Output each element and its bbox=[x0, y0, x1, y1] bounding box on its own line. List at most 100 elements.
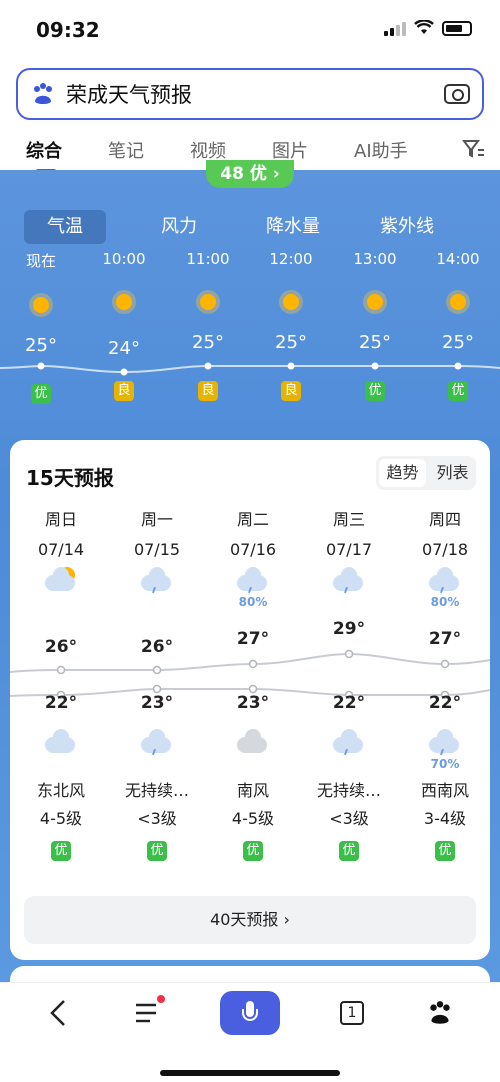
tab-temperature[interactable]: 气温 bbox=[24, 210, 106, 244]
bottom-nav: 1 bbox=[0, 982, 500, 1082]
wind-level: 4-5级 bbox=[39, 809, 83, 828]
night-precip-chance bbox=[13, 757, 109, 771]
air-quality-badge: 优 bbox=[243, 841, 263, 861]
day-date: 07/15 bbox=[133, 540, 181, 559]
day-name: 周三 bbox=[332, 510, 365, 529]
high-temp: 27° bbox=[428, 629, 462, 649]
status-icons bbox=[384, 20, 472, 36]
tab-wind[interactable]: 风力 bbox=[138, 210, 220, 244]
day-date: 07/17 bbox=[325, 540, 373, 559]
search-input[interactable]: 荣成天气预报 bbox=[66, 79, 444, 109]
trend-toggle[interactable]: 趋势 bbox=[379, 459, 426, 487]
air-quality-badge: 良 bbox=[114, 381, 134, 401]
high-temp: 26° bbox=[140, 637, 174, 657]
night-precip-chance bbox=[205, 757, 301, 771]
sun-cloud-icon bbox=[43, 567, 79, 593]
hour-time: 11:00 bbox=[186, 250, 230, 268]
hour-temp: 25° bbox=[192, 332, 224, 353]
forecast-day[interactable]: 周三 07/17 29° 22° 无持续… <3级 优 bbox=[301, 506, 397, 861]
moon-cloud-icon bbox=[43, 729, 79, 755]
day-name: 周日 bbox=[44, 510, 77, 529]
wind-direction: 无持续… bbox=[124, 781, 189, 800]
hour-time: 12:00 bbox=[269, 250, 313, 268]
forecast-title: 15天预报 bbox=[26, 466, 114, 490]
filter-icon[interactable] bbox=[462, 138, 486, 160]
search-bar[interactable]: 荣成天气预报 bbox=[16, 68, 484, 120]
low-temp: 22° bbox=[44, 693, 78, 713]
menu-icon[interactable] bbox=[134, 1001, 160, 1025]
low-temp: 23° bbox=[236, 693, 270, 713]
tab-precipitation[interactable]: 降水量 bbox=[252, 210, 334, 244]
rain-cloud-icon bbox=[427, 567, 463, 594]
wind-direction: 东北风 bbox=[36, 781, 85, 800]
sun-icon bbox=[110, 288, 138, 316]
hour-item: 14:00 25° 优 bbox=[423, 250, 493, 401]
sun-icon bbox=[444, 288, 472, 316]
forecast-day[interactable]: 周日 07/14 26° 22° 东北风 4-5级 优 bbox=[13, 506, 109, 861]
low-temp: 22° bbox=[332, 693, 366, 713]
tab-uv[interactable]: 紫外线 bbox=[366, 210, 448, 244]
day-date: 07/18 bbox=[421, 540, 469, 559]
day-date: 07/16 bbox=[229, 540, 277, 559]
forty-day-forecast-button[interactable]: 40天预报 › bbox=[24, 896, 476, 944]
low-temp: 23° bbox=[140, 693, 174, 713]
sun-icon bbox=[27, 291, 55, 319]
aqi-badge[interactable]: 48 优 › bbox=[206, 160, 294, 188]
tab-notes[interactable]: 笔记 bbox=[108, 137, 144, 163]
day-name: 周四 bbox=[428, 510, 461, 529]
rain-cloud-icon bbox=[331, 729, 367, 756]
hour-temp: 25° bbox=[275, 332, 307, 353]
view-toggle: 趋势 列表 bbox=[376, 456, 476, 490]
wind-direction: 西南风 bbox=[420, 781, 469, 800]
voice-search-button[interactable] bbox=[220, 991, 280, 1035]
air-quality-badge: 优 bbox=[31, 384, 51, 404]
wind-direction: 南风 bbox=[236, 781, 269, 800]
air-quality-badge: 优 bbox=[51, 841, 71, 861]
hour-item: 10:00 24° 良 bbox=[89, 250, 159, 401]
sun-icon bbox=[277, 288, 305, 316]
night-precip-chance bbox=[109, 757, 205, 771]
hour-item: 12:00 25° 良 bbox=[256, 250, 326, 401]
hour-item: 13:00 25° 优 bbox=[340, 250, 410, 401]
forecast-card: 15天预报 趋势 列表 周日 07/14 26° 22° 东北风 4-5级 优 … bbox=[10, 440, 490, 960]
clock: 09:32 bbox=[36, 18, 100, 42]
precip-chance bbox=[13, 595, 109, 609]
camera-icon[interactable] bbox=[444, 84, 470, 104]
night-precip-chance bbox=[301, 757, 397, 771]
air-quality-badge: 优 bbox=[365, 381, 385, 401]
rain-cloud-icon bbox=[235, 567, 271, 594]
tab-all[interactable]: 综合 bbox=[26, 137, 62, 173]
day-name: 周二 bbox=[236, 510, 269, 529]
wind-direction: 无持续… bbox=[316, 781, 381, 800]
sun-icon bbox=[361, 288, 389, 316]
hour-time: 13:00 bbox=[353, 250, 397, 268]
air-quality-badge: 优 bbox=[448, 381, 468, 401]
forecast-day[interactable]: 周一 07/15 26° 23° 无持续… <3级 优 bbox=[109, 506, 205, 861]
air-quality-badge: 优 bbox=[339, 841, 359, 861]
day-date: 07/14 bbox=[37, 540, 85, 559]
night-precip-chance: 70% bbox=[430, 757, 460, 771]
status-bar: 09:32 bbox=[0, 0, 500, 60]
back-icon[interactable] bbox=[48, 999, 68, 1027]
forecast-day[interactable]: 周四 07/18 80% 27° 22° 70% 西南风 3-4级 优 bbox=[397, 506, 493, 861]
battery-icon bbox=[442, 20, 472, 36]
wind-level: 4-5级 bbox=[231, 809, 275, 828]
forecast-day[interactable]: 周二 07/16 80% 27° 23° 南风 4-5级 优 bbox=[205, 506, 301, 861]
baidu-home-icon[interactable] bbox=[426, 999, 454, 1027]
rain-cloud-icon bbox=[139, 729, 175, 756]
hour-temp: 25° bbox=[25, 335, 57, 356]
day-name: 周一 bbox=[140, 510, 173, 529]
air-quality-badge: 良 bbox=[198, 381, 218, 401]
tab-ai-assistant[interactable]: AI助手 bbox=[354, 137, 408, 163]
tab-count-button[interactable]: 1 bbox=[340, 1001, 364, 1025]
precip-chance: 80% bbox=[430, 595, 460, 609]
wind-level: <3级 bbox=[329, 809, 369, 828]
hour-time: 10:00 bbox=[102, 250, 146, 268]
wind-level: <3级 bbox=[137, 809, 177, 828]
signal-icon bbox=[384, 20, 406, 36]
precip-chance: 80% bbox=[238, 595, 268, 609]
wifi-icon bbox=[414, 20, 434, 34]
list-toggle[interactable]: 列表 bbox=[429, 456, 476, 490]
metric-tabs: 气温 风力 降水量 紫外线 bbox=[24, 210, 480, 244]
wind-level: 3-4级 bbox=[423, 809, 467, 828]
